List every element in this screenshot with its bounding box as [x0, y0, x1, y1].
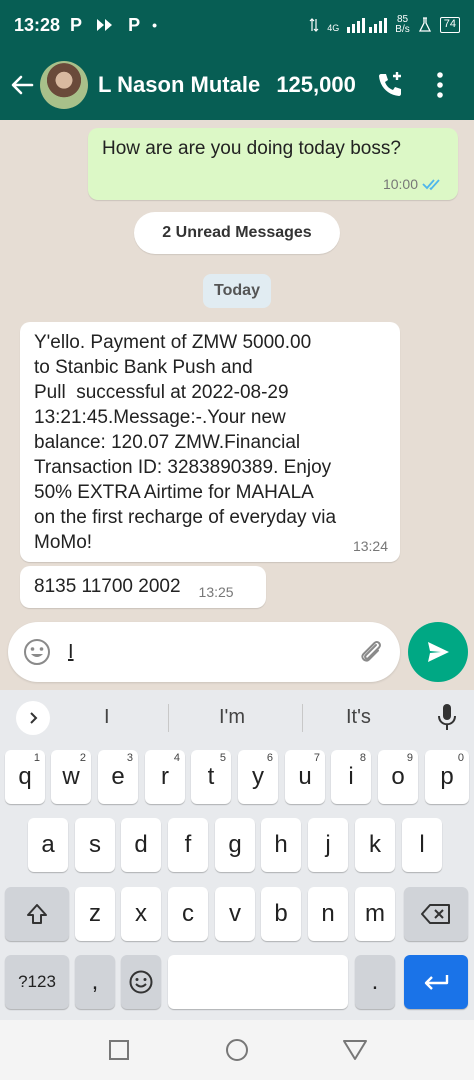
app-notification-icon — [97, 19, 113, 31]
key-l[interactable]: l — [402, 818, 442, 872]
voice-input-button[interactable] — [432, 702, 462, 732]
more-notifications-dot: • — [152, 17, 157, 33]
keyboard: I I'm It's q1 w2 e3 r4 t5 y6 u7 i8 o9 p0… — [0, 690, 474, 1020]
enter-icon — [424, 975, 449, 990]
message-composer: I — [8, 622, 400, 682]
message-time: 13:25 — [198, 584, 234, 600]
date-chip: Today — [203, 274, 271, 308]
enter-key[interactable] — [404, 955, 468, 1009]
chat-area[interactable]: How are are you doing today boss? 10:00 … — [0, 120, 474, 690]
paypal-notification-icon-2: P — [128, 14, 141, 35]
key-t[interactable]: t5 — [191, 750, 231, 804]
key-v[interactable]: v — [215, 887, 255, 941]
key-s[interactable]: s — [75, 818, 115, 872]
backspace-key[interactable] — [404, 887, 468, 941]
key-b[interactable]: b — [261, 887, 301, 941]
contact-name: L Nason Mutale — [98, 72, 261, 97]
key-f[interactable]: f — [168, 818, 208, 872]
key-d[interactable]: d — [121, 818, 161, 872]
key-o[interactable]: o9 — [378, 750, 418, 804]
incoming-message[interactable]: Y'ello. Payment of ZMW 5000.00 to Stanbi… — [20, 322, 400, 562]
emoji-icon[interactable] — [22, 637, 52, 667]
suggestion-1[interactable]: I — [104, 706, 110, 729]
symbols-key[interactable]: ?123 — [5, 955, 69, 1009]
network-speed: 85 B/s — [395, 14, 410, 35]
message-text: How are are you doing today boss? — [102, 138, 401, 159]
key-i[interactable]: i8 — [331, 750, 371, 804]
incoming-message[interactable]: 8135 11700 2002 13:25 — [20, 566, 266, 608]
emoji-key[interactable] — [121, 955, 161, 1009]
key-w[interactable]: w2 — [51, 750, 91, 804]
message-time: 10:00 — [382, 176, 418, 192]
contact-balance: 125,000 — [276, 72, 356, 97]
add-call-button[interactable] — [374, 69, 406, 101]
message-meta: 10:00 — [383, 176, 444, 192]
signal-icon — [347, 18, 388, 33]
suggestion-3[interactable]: It's — [346, 706, 371, 729]
key-u[interactable]: u7 — [285, 750, 325, 804]
key-z[interactable]: z — [75, 887, 115, 941]
key-k[interactable]: k — [355, 818, 395, 872]
emoji-icon — [129, 970, 153, 994]
paperclip-icon[interactable] — [356, 637, 386, 667]
unread-messages-banner: 2 Unread Messages — [134, 212, 340, 254]
key-x[interactable]: x — [121, 887, 161, 941]
chevron-right-icon — [30, 712, 38, 724]
shift-icon — [27, 904, 47, 924]
key-p[interactable]: p0 — [425, 750, 469, 804]
suggestion-2[interactable]: I'm — [219, 706, 245, 729]
expand-toolbar-button[interactable] — [16, 701, 50, 735]
more-options-button[interactable] — [428, 67, 452, 103]
suggestion-strip: I I'm It's — [0, 690, 474, 746]
key-q[interactable]: q1 — [5, 750, 45, 804]
message-text: Y'ello. Payment of ZMW 5000.00 to Stanbi… — [34, 332, 337, 553]
battery-indicator: 74 — [439, 17, 460, 33]
chat-header: L Nason Mutale 125,000 — [0, 50, 474, 120]
recent-apps-icon[interactable] — [107, 1038, 131, 1062]
system-nav-bar — [0, 1020, 474, 1080]
key-y[interactable]: y6 — [238, 750, 278, 804]
backspace-icon — [421, 904, 450, 924]
period-key[interactable]: . — [355, 955, 395, 1009]
paypal-notification-icon: P — [70, 14, 83, 35]
outgoing-message[interactable]: How are are you doing today boss? 10:00 — [88, 128, 458, 200]
message-time: 13:24 — [352, 538, 388, 554]
send-icon — [428, 642, 449, 662]
send-button[interactable] — [408, 622, 468, 682]
flask-icon — [418, 17, 431, 32]
key-r[interactable]: r4 — [145, 750, 185, 804]
data-transfer-icon — [309, 18, 319, 32]
network-type: 4G — [327, 23, 340, 33]
comma-key[interactable]: , — [75, 955, 115, 1009]
back-nav-icon[interactable] — [342, 1038, 368, 1062]
divider — [168, 704, 169, 732]
shift-key[interactable] — [5, 887, 69, 941]
message-text: 8135 11700 2002 — [34, 576, 181, 597]
contact-title[interactable]: L Nason Mutale 125,000 — [98, 72, 356, 98]
more-vertical-icon — [437, 72, 443, 98]
avatar[interactable] — [40, 61, 88, 109]
status-bar: 13:28 P P • 4G 85 B/s 74 — [0, 0, 474, 50]
phone-plus-icon — [378, 72, 401, 96]
microphone-icon — [438, 704, 456, 730]
key-m[interactable]: m — [355, 887, 395, 941]
status-time: 13:28 — [14, 14, 61, 35]
message-input[interactable]: I — [68, 641, 348, 664]
key-n[interactable]: n — [308, 887, 348, 941]
arrow-left-icon — [11, 75, 34, 95]
key-c[interactable]: c — [168, 887, 208, 941]
back-button[interactable] — [4, 67, 40, 103]
key-e[interactable]: e3 — [98, 750, 138, 804]
key-a[interactable]: a — [28, 818, 68, 872]
double-check-icon — [422, 179, 440, 191]
key-h[interactable]: h — [261, 818, 301, 872]
divider — [302, 704, 303, 732]
home-icon[interactable] — [224, 1037, 250, 1063]
key-g[interactable]: g — [215, 818, 255, 872]
space-key[interactable] — [168, 955, 348, 1009]
key-j[interactable]: j — [308, 818, 348, 872]
